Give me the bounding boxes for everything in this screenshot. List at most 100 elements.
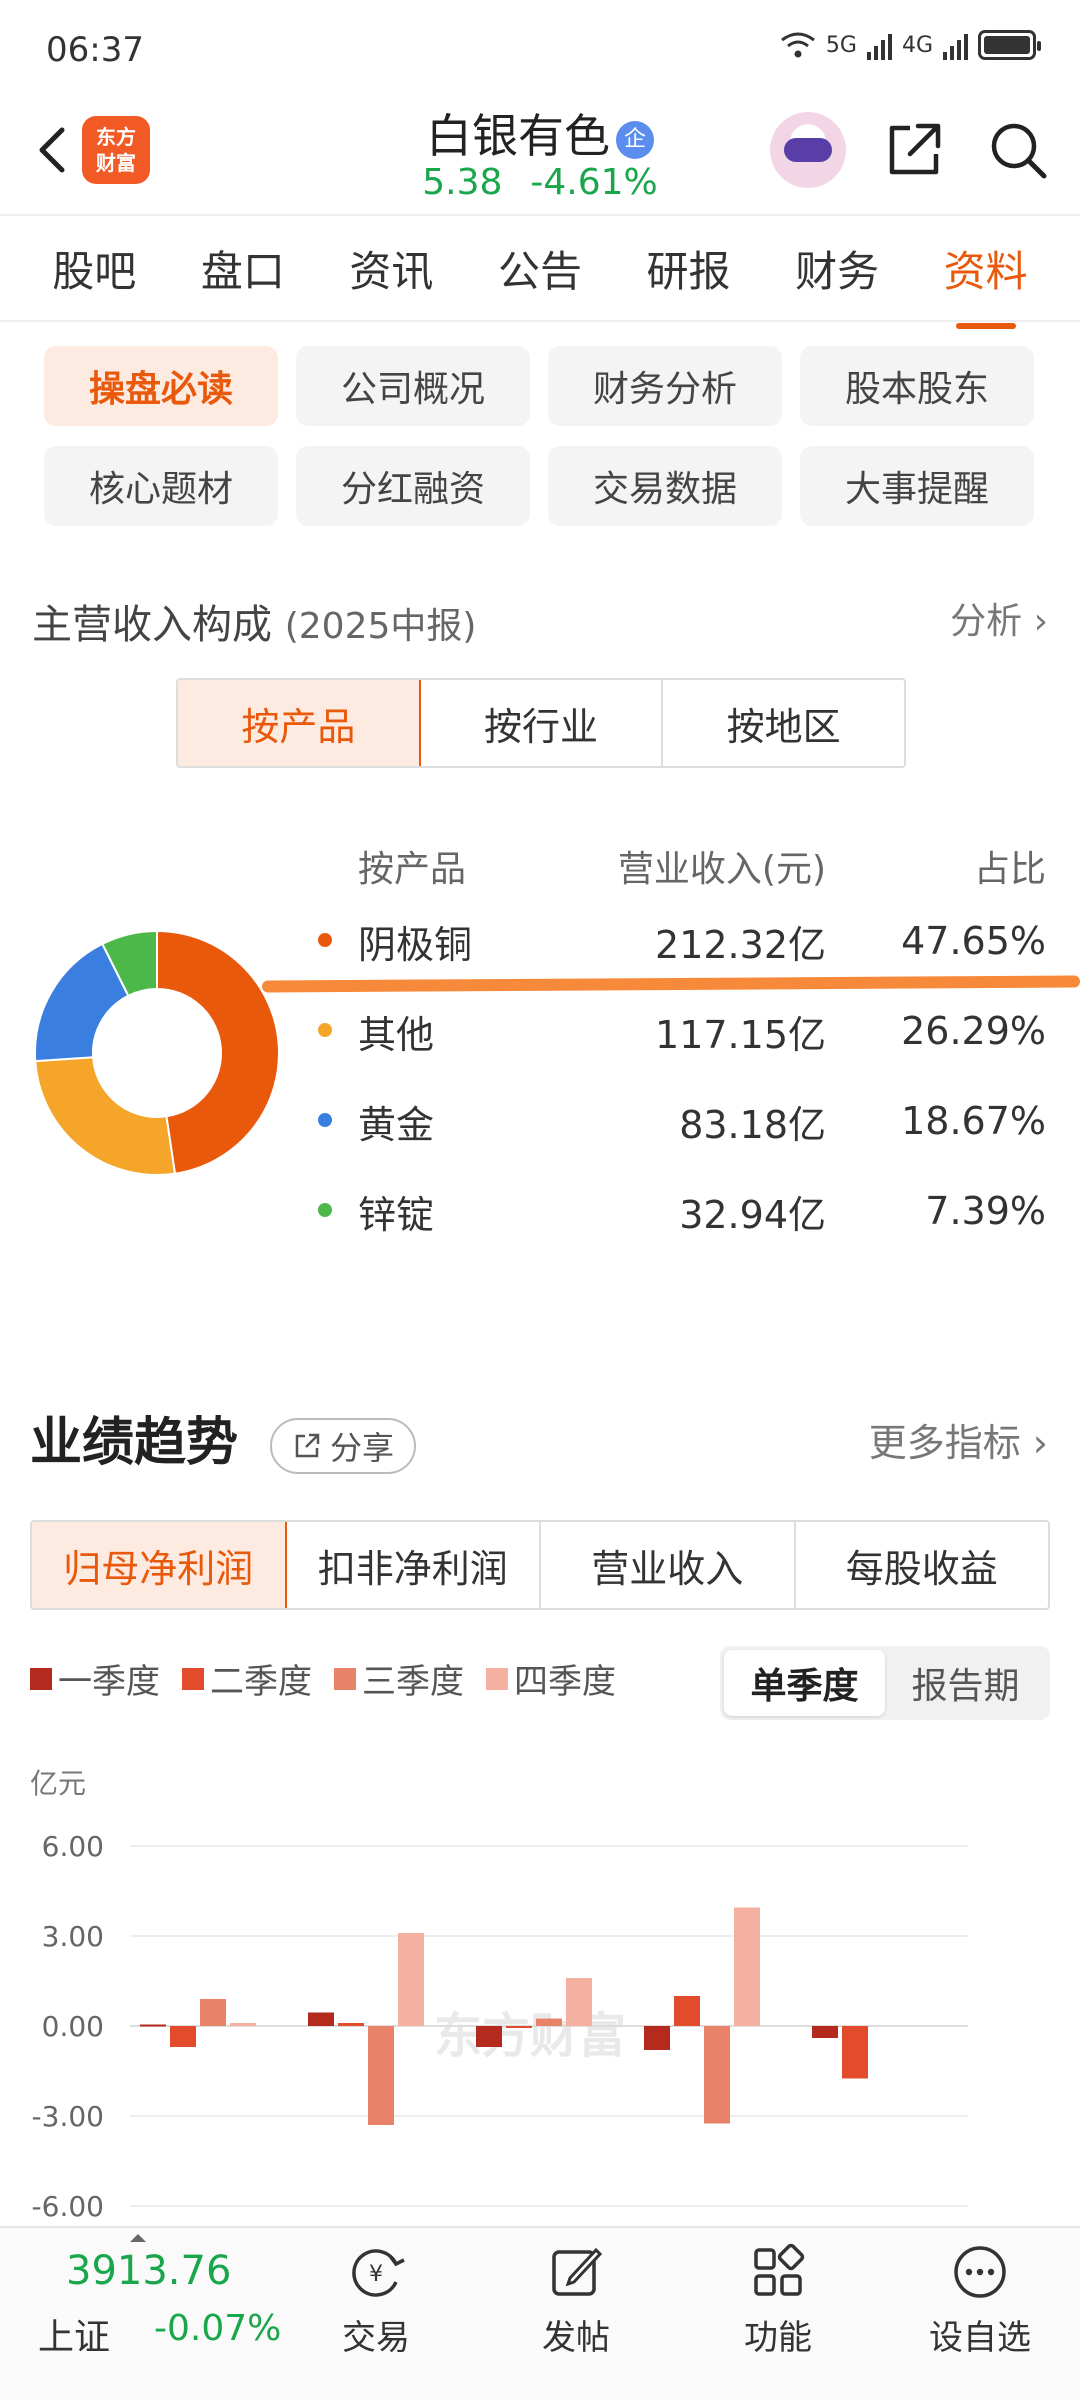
nav-functions[interactable]: 功能 [708, 2242, 848, 2359]
revenue-analysis-link[interactable]: 分析 › [950, 592, 1048, 644]
index-value[interactable]: 3913.76 [66, 2248, 231, 2294]
trade-icon: ¥ [352, 2249, 405, 2297]
legend-label: 一季度 [58, 1662, 160, 1702]
nav-watchlist[interactable]: 设自选 [910, 2242, 1050, 2359]
bar-q2-0[interactable] [170, 2026, 196, 2047]
metric-tabs: 归母净利润 扣非净利润 营业收入 每股收益 [30, 1520, 1050, 1610]
bar-q3-0[interactable] [200, 1999, 226, 2026]
revenue-row: 其他 117.15亿 26.29% [306, 986, 1046, 1076]
legend-dot [318, 1203, 332, 1217]
y-tick-label: 3.00 [42, 1920, 104, 1953]
y-tick-label: -6.00 [32, 2190, 104, 2223]
bar-q1-2[interactable] [476, 2026, 502, 2047]
legend-q4: 四季度 [486, 1654, 616, 1703]
analysis-label: 分析 [950, 601, 1023, 642]
toggle-single-quarter[interactable]: 单季度 [724, 1650, 885, 1716]
bar-q4-1[interactable] [398, 1933, 424, 2026]
chevron-right-icon: › [1033, 601, 1048, 642]
tab-profile[interactable]: 资料 [934, 238, 1038, 299]
performance-title: 业绩趋势 [30, 1413, 239, 1473]
sub-item-trading-data[interactable]: 交易数据 [548, 446, 782, 526]
bar-q2-3[interactable] [674, 1996, 700, 2026]
bar-q3-3[interactable] [704, 2026, 730, 2124]
sub-item-trading-must-read[interactable]: 操盘必读 [44, 346, 278, 426]
sub-item-company-overview[interactable]: 公司概况 [296, 346, 530, 426]
row-share: 47.65% [901, 919, 1046, 963]
segment-by-product[interactable]: 按产品 [178, 680, 421, 766]
legend-q3: 三季度 [334, 1654, 464, 1703]
nav-trade[interactable]: ¥ 交易 [306, 2242, 446, 2359]
bar-q4-3[interactable] [734, 1907, 760, 2027]
wifi-icon [781, 32, 815, 58]
index-name[interactable]: 上证 [38, 2308, 110, 2360]
nav-label: 功能 [744, 2318, 812, 2358]
segment-by-industry[interactable]: 按行业 [421, 680, 664, 766]
bar-q2-2[interactable] [506, 2026, 532, 2028]
tab-net-profit[interactable]: 归母净利润 [32, 1522, 287, 1608]
main-tabs: 股吧 盘口 资讯 公告 研报 财务 资料 [0, 216, 1080, 320]
bar-q2-4[interactable] [842, 2026, 868, 2079]
bar-q3-1[interactable] [368, 2026, 394, 2125]
revenue-period: (2025中报) [284, 606, 477, 647]
more-dots-icon [954, 2246, 1006, 2298]
sub-item-financial-analysis[interactable]: 财务分析 [548, 346, 782, 426]
assistant-robot-icon[interactable] [770, 112, 846, 188]
nav-post[interactable]: 发帖 [506, 2242, 646, 2359]
row-share: 7.39% [925, 1189, 1046, 1233]
legend-swatch [182, 1667, 204, 1690]
tab-deducted-net-profit[interactable]: 扣非净利润 [287, 1522, 541, 1608]
stock-header: 东方 财富 白银有色企 5.38 -4.61% [0, 100, 1080, 216]
legend-dot [318, 1023, 332, 1037]
revenue-row: 黄金 83.18亿 18.67% [306, 1076, 1046, 1166]
search-icon[interactable] [986, 118, 1050, 182]
sub-item-events[interactable]: 大事提醒 [800, 446, 1034, 526]
y-tick-label: -3.00 [32, 2100, 104, 2133]
legend-label: 二季度 [210, 1662, 312, 1702]
bar-q4-2[interactable] [566, 1978, 592, 2026]
donut-slice-0 [156, 930, 280, 1175]
tab-announcements[interactable]: 公告 [488, 238, 592, 299]
bar-q1-1[interactable] [308, 2012, 334, 2027]
y-tick-label: 6.00 [42, 1830, 104, 1863]
legend-swatch [30, 1667, 52, 1690]
more-metrics-link[interactable]: 更多指标 › [869, 1412, 1048, 1467]
bar-q2-1[interactable] [338, 2023, 364, 2026]
segment-by-region[interactable]: 按地区 [663, 680, 904, 766]
row-revenue: 117.15亿 [655, 1012, 826, 1057]
bar-q3-2[interactable] [536, 2018, 562, 2027]
tab-research[interactable]: 研报 [637, 238, 741, 299]
share-icon[interactable] [882, 118, 946, 182]
chevron-right-icon: › [1032, 1421, 1048, 1465]
index-change[interactable]: -0.07% [154, 2308, 281, 2349]
sub-item-dividends[interactable]: 分红融资 [296, 446, 530, 526]
nav-label: 发帖 [542, 2318, 610, 2358]
tab-pankou[interactable]: 盘口 [191, 238, 295, 299]
toggle-report-period[interactable]: 报告期 [885, 1650, 1046, 1716]
bar-q4-0[interactable] [230, 2023, 256, 2026]
tab-finance[interactable]: 财务 [785, 238, 889, 299]
sub-item-shareholders[interactable]: 股本股东 [800, 346, 1034, 426]
revenue-row: 阴极铜 212.32亿 47.65% [306, 896, 1046, 986]
caret-up-icon[interactable] [130, 2234, 146, 2242]
share-out-icon [295, 1433, 320, 1458]
bar-q1-3[interactable] [644, 2026, 670, 2050]
legend-label: 三季度 [362, 1662, 464, 1702]
legend-q2: 二季度 [182, 1654, 312, 1703]
share-button[interactable]: 分享 [270, 1418, 417, 1474]
bar-q1-4[interactable] [812, 2026, 838, 2038]
tabs-divider [0, 320, 1080, 322]
legend-label: 四季度 [514, 1662, 616, 1702]
status-bar: 06:37 5G 4G [0, 0, 1080, 100]
grid-apps-icon [754, 2243, 805, 2296]
col-revenue: 营业收入(元) [617, 849, 826, 890]
tab-news[interactable]: 资讯 [339, 238, 443, 299]
row-share: 18.67% [901, 1099, 1046, 1143]
tab-eps[interactable]: 每股收益 [796, 1522, 1049, 1608]
sub-item-core-themes[interactable]: 核心题材 [44, 446, 278, 526]
col-product: 按产品 [358, 849, 467, 890]
legend-swatch [334, 1667, 356, 1690]
tab-operating-revenue[interactable]: 营业收入 [541, 1522, 796, 1608]
nav-label: 设自选 [929, 2318, 1031, 2358]
tab-guba[interactable]: 股吧 [42, 238, 146, 299]
bar-q1-0[interactable] [140, 2024, 166, 2027]
